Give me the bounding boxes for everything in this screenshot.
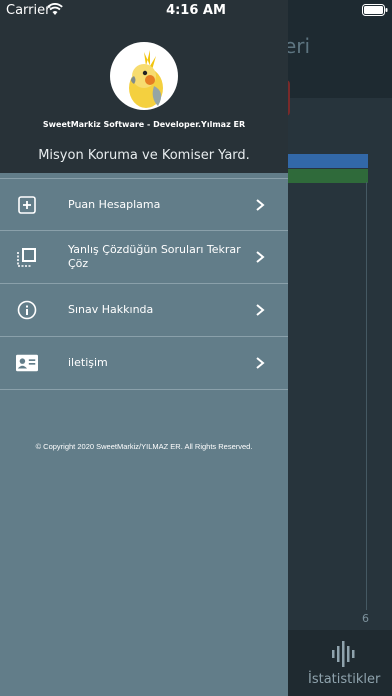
menu-item-label: Yanlış Çözdüğün Soruları Tekrar Çöz: [68, 243, 241, 270]
background-bar-blue: [288, 154, 368, 168]
menu-item-sinav-hakkinda[interactable]: Sınav Hakkında: [0, 284, 288, 337]
plus-square-icon: [16, 194, 38, 216]
chevron-right-icon: [256, 251, 265, 263]
background-axis-line: [366, 182, 367, 610]
side-drawer: SweetMarkiz Software - Developer.Yılmaz …: [0, 0, 288, 696]
menu-item-iletisim[interactable]: iletişim: [0, 337, 288, 390]
menu-item-yanlis-cozdugun[interactable]: Yanlış Çözdüğün Soruları Tekrar Çöz: [0, 231, 288, 284]
menu-item-puan-hesaplama[interactable]: Puan Hesaplama: [0, 178, 288, 231]
drawer-header: SweetMarkiz Software - Developer.Yılmaz …: [0, 0, 288, 173]
cockatiel-logo-icon: [129, 50, 163, 108]
background-bar-green: [288, 169, 368, 183]
chevron-right-icon: [256, 304, 265, 316]
info-icon: [16, 299, 38, 321]
background-axis-label: 6: [362, 612, 369, 625]
crop-frame-icon: [16, 246, 38, 268]
menu-item-label: Sınav Hakkında: [68, 303, 154, 316]
contact-card-icon: [16, 352, 38, 374]
menu-item-label: Puan Hesaplama: [68, 197, 161, 211]
status-time: 4:16 AM: [166, 3, 226, 18]
chevron-right-icon: [256, 198, 265, 211]
copyright-text: © Copyright 2020 SweetMarkiz/YILMAZ ER. …: [35, 442, 253, 451]
menu-item-label: iletişim: [68, 356, 108, 369]
status-bar: Carrier 4:16 AM: [0, 0, 392, 22]
battery-icon: [362, 4, 388, 16]
statistics-waveform-icon[interactable]: [330, 640, 356, 668]
tab-statistics-label[interactable]: İstatistikler: [308, 672, 380, 687]
chevron-right-icon: [256, 357, 265, 369]
developer-text: SweetMarkiz Software - Developer.Yılmaz …: [42, 120, 246, 129]
drawer-title: Misyon Koruma ve Komiser Yard.: [38, 148, 250, 163]
avatar: [110, 42, 178, 110]
drawer-menu: Puan Hesaplama Yanlış Çözdüğün Soruları …: [0, 178, 288, 390]
